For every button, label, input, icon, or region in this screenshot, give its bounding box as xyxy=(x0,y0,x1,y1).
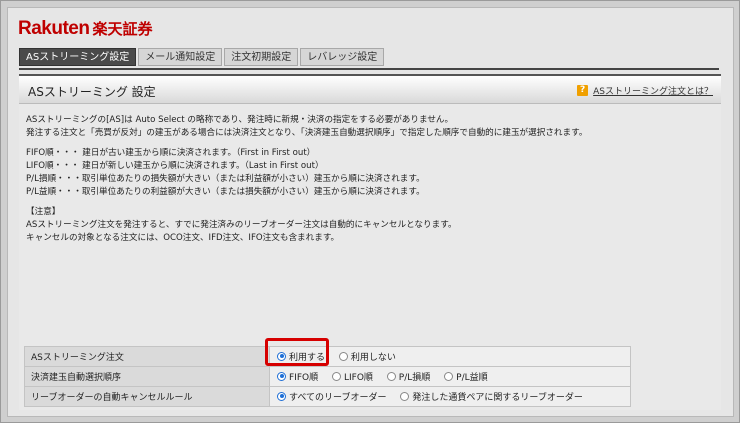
tab-leverage-settings[interactable]: レバレッジ設定 xyxy=(300,48,385,66)
help-area: ? ASストリーミング注文とは？ xyxy=(577,84,713,97)
radio-lifo[interactable]: LIFO順 xyxy=(331,370,373,383)
radio-label: 発注した通貨ペアに関するリーブオーダー xyxy=(412,392,583,403)
logo-shoken-text: 楽天証券 xyxy=(92,20,153,38)
radio-pair-leave-orders[interactable]: 発注した通貨ペアに関するリーブオーダー xyxy=(400,390,583,403)
window-frame: Rakuten 楽天証券 ASストリーミング設定 メール通知設定 注文初期設定 … xyxy=(0,0,740,423)
settings-tabs: ASストリーミング設定 メール通知設定 注文初期設定 レバレッジ設定 xyxy=(19,48,385,66)
radio-unselected-icon xyxy=(331,371,341,381)
note-line: ASストリーミング注文を発注すると、すでに発注済みのリーブオーダー注文は自動的に… xyxy=(26,220,457,230)
radio-unselected-icon xyxy=(338,351,348,361)
help-link[interactable]: ASストリーミング注文とは？ xyxy=(593,84,713,97)
rule-line: P/L益順・・・取引単位あたりの利益額が大きい（または損失額が小さい）建玉から順… xyxy=(26,187,425,197)
radio-label: P/L損順 xyxy=(398,372,431,383)
help-icon: ? xyxy=(577,85,589,96)
setting-row-leave-order-cancel: リーブオーダーの自動キャンセルルール すべてのリーブオーダー 発注した通貨ペアに… xyxy=(24,386,631,407)
setting-options: すべてのリーブオーダー 発注した通貨ペアに関するリーブオーダー xyxy=(269,386,631,407)
intro-line: 発注する注文と「売買が反対」の建玉がある場合には決済注文となり、「決済建玉自動選… xyxy=(26,128,588,138)
radio-pl-profit[interactable]: P/L益順 xyxy=(444,370,488,383)
setting-label: 決済建玉自動選択順序 xyxy=(24,366,270,387)
settings-table: ASストリーミング注文 利用する 利用しない 決済建玉自動選択順序 FIFO順 … xyxy=(24,346,631,407)
setting-options: 利用する 利用しない xyxy=(269,346,631,367)
radio-selected-icon xyxy=(277,371,286,381)
setting-label: リーブオーダーの自動キャンセルルール xyxy=(24,386,270,407)
rakuten-securities-logo: Rakuten 楽天証券 xyxy=(18,18,152,42)
logo-rakuten-text: Rakuten xyxy=(18,18,90,39)
tab-email-notification-settings[interactable]: メール通知設定 xyxy=(138,48,223,66)
radio-selected-icon xyxy=(277,351,286,361)
radio-label: LIFO順 xyxy=(343,372,373,383)
settings-page: Rakuten 楽天証券 ASストリーミング設定 メール通知設定 注文初期設定 … xyxy=(7,7,734,417)
tab-underline xyxy=(19,68,719,70)
intro-line: ASストリーミングの[AS]は Auto Select の略称であり、発注時に新… xyxy=(26,115,454,125)
panel-header: ASストリーミング 設定 ? ASストリーミング注文とは？ xyxy=(19,74,721,104)
radio-label: P/L益順 xyxy=(456,372,488,383)
radio-use[interactable]: 利用する xyxy=(277,350,325,363)
note-heading: 【注意】 xyxy=(26,207,61,217)
setting-row-auto-select-order: 決済建玉自動選択順序 FIFO順 LIFO順 P/L損順 P/L益順 xyxy=(24,366,631,387)
radio-unselected-icon xyxy=(444,371,454,381)
description: ASストリーミングの[AS]は Auto Select の略称であり、発注時に新… xyxy=(26,114,716,245)
radio-all-leave-orders[interactable]: すべてのリーブオーダー xyxy=(277,390,386,403)
note-line: キャンセルの対象となる注文には、OCO注文、IFD注文、IFO注文も含まれます。 xyxy=(26,233,340,243)
radio-unselected-icon xyxy=(400,391,410,401)
tab-as-streaming-settings[interactable]: ASストリーミング設定 xyxy=(19,48,137,66)
rule-line: LIFO順・・・ 建日が新しい建玉から順に決済されます。（Last in Fir… xyxy=(26,161,324,171)
radio-fifo[interactable]: FIFO順 xyxy=(277,370,318,383)
page-title: ASストリーミング 設定 xyxy=(28,85,156,99)
radio-label: FIFO順 xyxy=(289,372,319,383)
radio-selected-icon xyxy=(277,391,286,401)
as-streaming-panel: ASストリーミング 設定 ? ASストリーミング注文とは？ ASストリーミングの… xyxy=(19,74,721,410)
tab-order-default-settings[interactable]: 注文初期設定 xyxy=(224,48,299,66)
rule-line: P/L損順・・・取引単位あたりの損失額が大きい（または利益額が小さい）建玉から順… xyxy=(26,174,425,184)
radio-not-use[interactable]: 利用しない xyxy=(338,350,396,363)
radio-label: 利用する xyxy=(289,352,326,363)
rule-line: FIFO順・・・ 建日が古い建玉から順に決済されます。（First in Fir… xyxy=(26,148,316,158)
radio-label: すべてのリーブオーダー xyxy=(289,392,387,403)
setting-label: ASストリーミング注文 xyxy=(24,346,270,367)
radio-pl-loss[interactable]: P/L損順 xyxy=(386,370,431,383)
radio-label: 利用しない xyxy=(350,352,396,363)
setting-options: FIFO順 LIFO順 P/L損順 P/L益順 xyxy=(269,366,631,387)
radio-unselected-icon xyxy=(386,371,396,381)
setting-row-as-streaming: ASストリーミング注文 利用する 利用しない xyxy=(24,346,631,367)
